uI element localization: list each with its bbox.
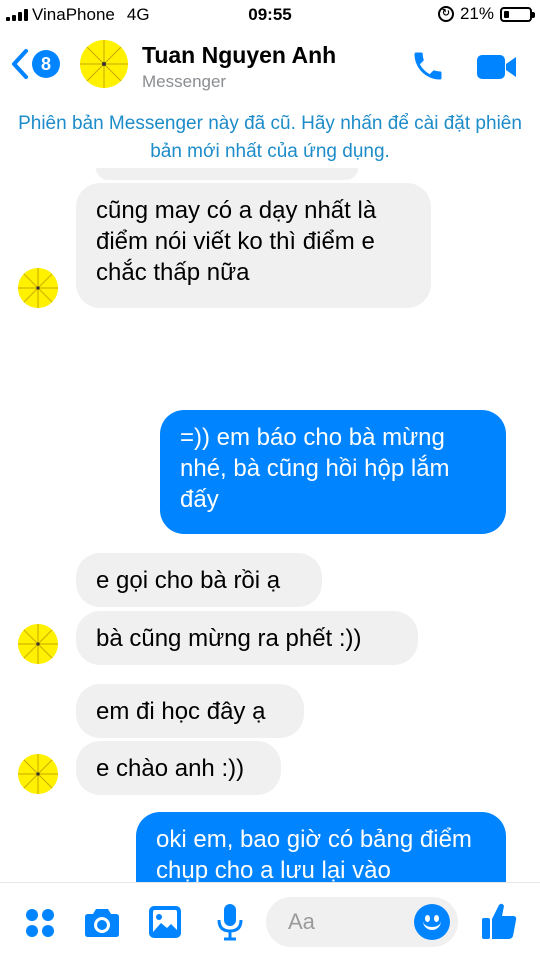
- message-bubble-incoming[interactable]: e chào anh :)): [76, 741, 281, 795]
- status-bar: VinaPhone 4G 09:55 ↻ 21%: [0, 0, 540, 30]
- camera-button[interactable]: [84, 905, 120, 944]
- conversation-header: 8 Tuan Nguyen Anh Messenger: [0, 30, 540, 106]
- unread-count-badge: 8: [32, 50, 60, 78]
- video-icon: [477, 55, 516, 79]
- phone-icon: [414, 52, 442, 80]
- message-avatar: [18, 624, 58, 664]
- menu-dots-icon: [26, 909, 54, 937]
- message-bubble-incoming[interactable]: em đi học đây ạ: [76, 684, 304, 738]
- avatar-image: [18, 624, 58, 664]
- voice-record-button[interactable]: [216, 903, 244, 946]
- gallery-icon: [149, 906, 181, 938]
- composer-bar: [0, 882, 540, 960]
- back-chevron-icon: [12, 49, 28, 79]
- like-button[interactable]: [480, 901, 518, 946]
- avatar-image: [18, 754, 58, 794]
- message-bubble-outgoing[interactable]: =)) em báo cho bà mừng nhé, bà cũng hồi …: [160, 410, 506, 534]
- video-call-button[interactable]: [476, 52, 518, 87]
- avatar-image: [80, 40, 128, 88]
- contact-subtitle: Messenger: [142, 72, 227, 91]
- partial-message-bubble: [96, 168, 358, 180]
- battery-icon: [500, 6, 535, 22]
- emoji-icon[interactable]: [414, 904, 450, 940]
- message-bubble-incoming[interactable]: e gọi cho bà rồi ạ: [76, 553, 322, 607]
- message-avatar: [18, 268, 58, 308]
- rotation-lock-icon: ↻: [437, 6, 454, 22]
- more-actions-button[interactable]: [24, 907, 56, 944]
- update-banner[interactable]: Phiên bản Messenger này đã cũ. Hãy nhấn …: [0, 110, 540, 166]
- battery-fill: [504, 10, 510, 18]
- message-avatar: [18, 754, 58, 794]
- thumbs-up-icon: [482, 903, 517, 939]
- back-button[interactable]: 8: [10, 48, 60, 80]
- contact-name[interactable]: Tuan Nguyen Anh: [142, 42, 336, 69]
- message-bubble-incoming[interactable]: cũng may có a dạy nhất là điểm nói viết …: [76, 183, 431, 308]
- contact-avatar[interactable]: [80, 40, 128, 88]
- microphone-icon: [217, 904, 243, 941]
- avatar-image: [18, 268, 58, 308]
- message-input[interactable]: [288, 907, 408, 937]
- camera-icon: [85, 909, 119, 937]
- call-button[interactable]: [410, 48, 446, 89]
- message-composer[interactable]: [266, 897, 458, 947]
- battery-percent: 21%: [459, 4, 494, 23]
- message-bubble-incoming[interactable]: bà cũng mừng ra phết :)): [76, 611, 418, 665]
- gallery-button[interactable]: [148, 905, 182, 944]
